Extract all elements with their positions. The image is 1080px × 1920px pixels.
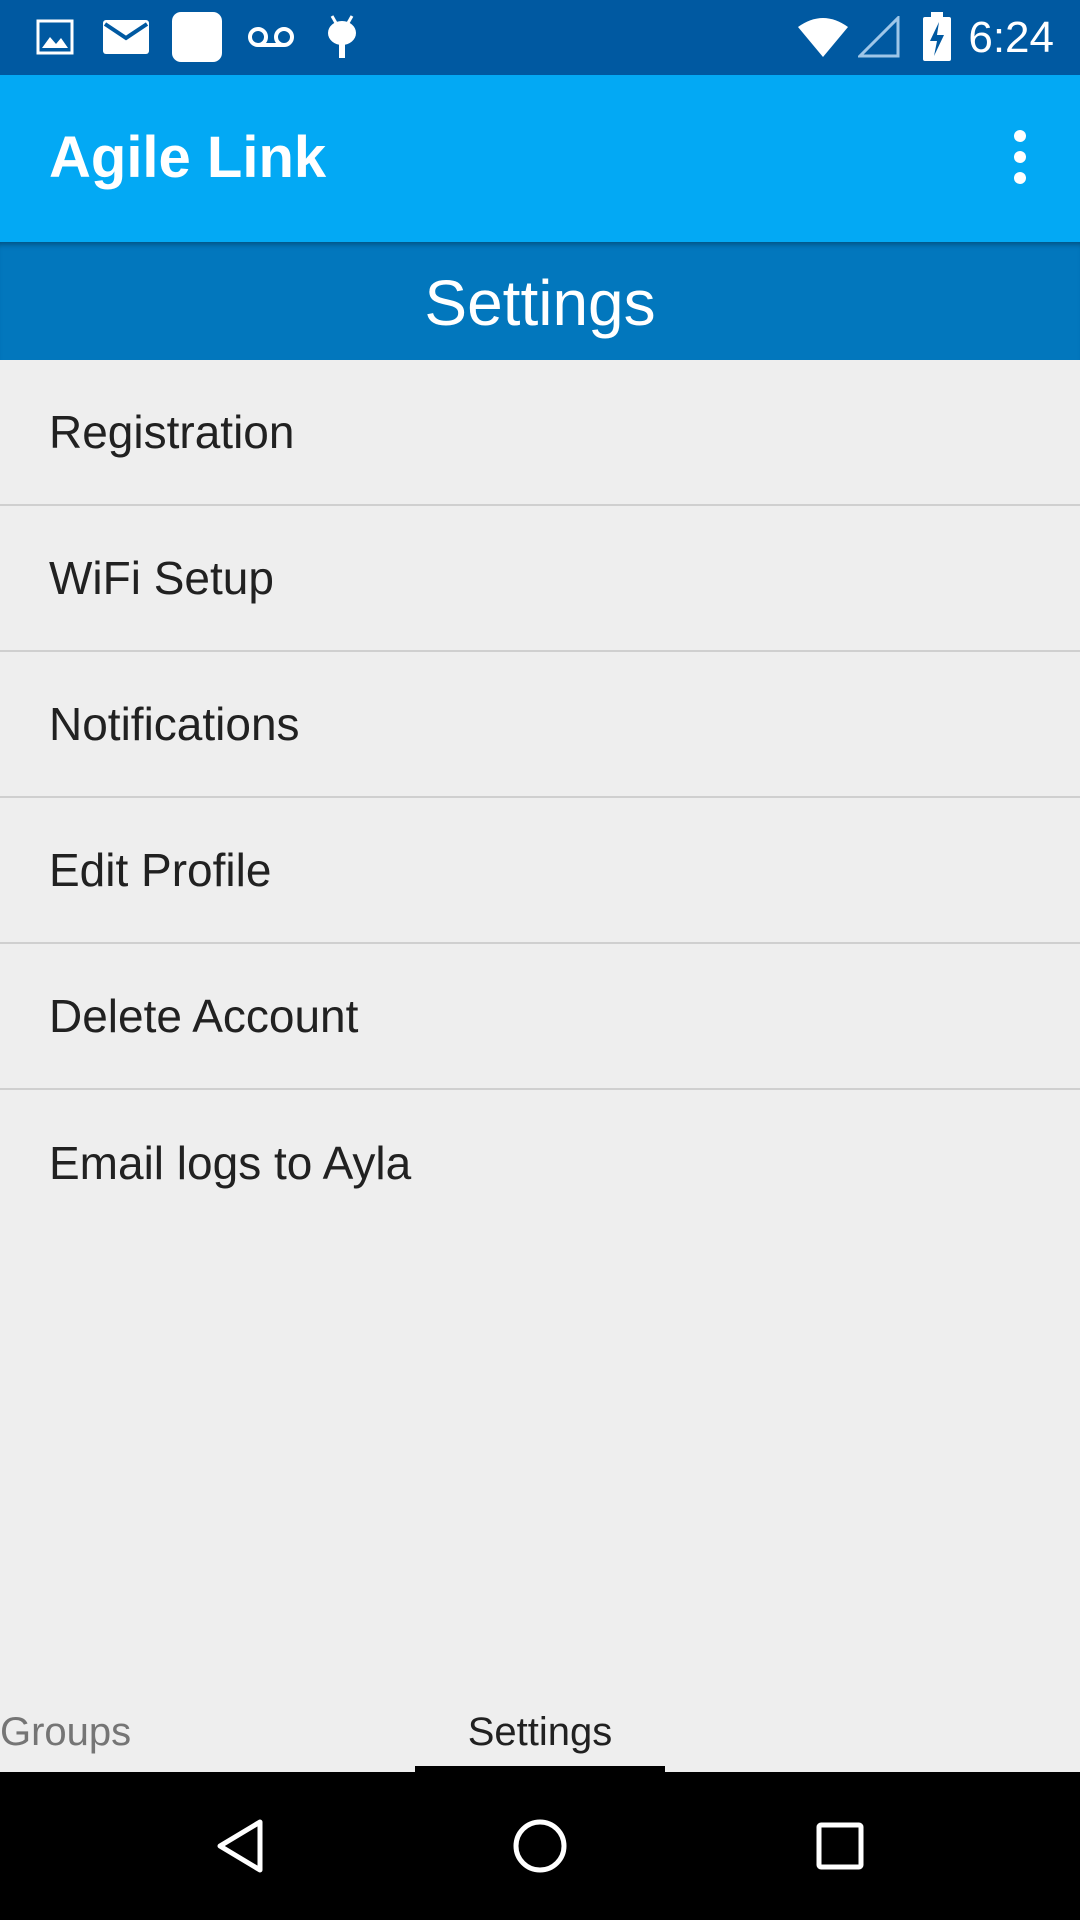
settings-item-email-logs[interactable]: Email logs to Ayla: [0, 1090, 1080, 1236]
status-bar: 6:24: [0, 0, 1080, 75]
cell-signal-icon: [856, 14, 902, 60]
tab-groups[interactable]: Groups: [0, 1692, 136, 1772]
app-bar: Agile Link: [0, 75, 1080, 242]
back-icon: [217, 1819, 263, 1873]
more-vert-icon-dot: [1014, 172, 1026, 184]
mail-icon: [100, 14, 152, 60]
android-debug-icon: [322, 14, 362, 60]
image-icon: [34, 14, 76, 60]
section-header: Settings: [0, 242, 1080, 360]
square-notification-icon: [171, 12, 223, 62]
settings-list: Registration WiFi Setup Notifications Ed…: [0, 360, 1080, 1236]
back-button[interactable]: [190, 1796, 290, 1896]
section-title: Settings: [424, 267, 656, 339]
tab-bar: Groups Settings: [0, 1692, 1080, 1772]
settings-item-wifi-setup[interactable]: WiFi Setup: [0, 506, 1080, 652]
tab-settings[interactable]: Settings: [415, 1692, 665, 1772]
recents-button[interactable]: [790, 1796, 890, 1896]
app-title: Agile Link: [49, 125, 327, 190]
settings-item-registration[interactable]: Registration: [0, 360, 1080, 506]
settings-item-delete-account[interactable]: Delete Account: [0, 944, 1080, 1090]
more-vert-icon: [1014, 130, 1026, 142]
system-nav-bar: [0, 1772, 1080, 1920]
voicemail-icon: [246, 14, 296, 60]
status-clock: 6:24: [968, 13, 1054, 62]
screen: 6:24 Agile Link Settings Registration Wi…: [0, 0, 1080, 1920]
wifi-icon: [795, 14, 851, 60]
home-icon: [513, 1819, 567, 1873]
battery-charging-icon: [920, 12, 954, 61]
recents-icon: [816, 1822, 864, 1870]
more-options-button[interactable]: [990, 119, 1050, 195]
settings-item-notifications[interactable]: Notifications: [0, 652, 1080, 798]
more-vert-icon-dot: [1014, 151, 1026, 163]
home-button[interactable]: [490, 1796, 590, 1896]
settings-item-edit-profile[interactable]: Edit Profile: [0, 798, 1080, 944]
